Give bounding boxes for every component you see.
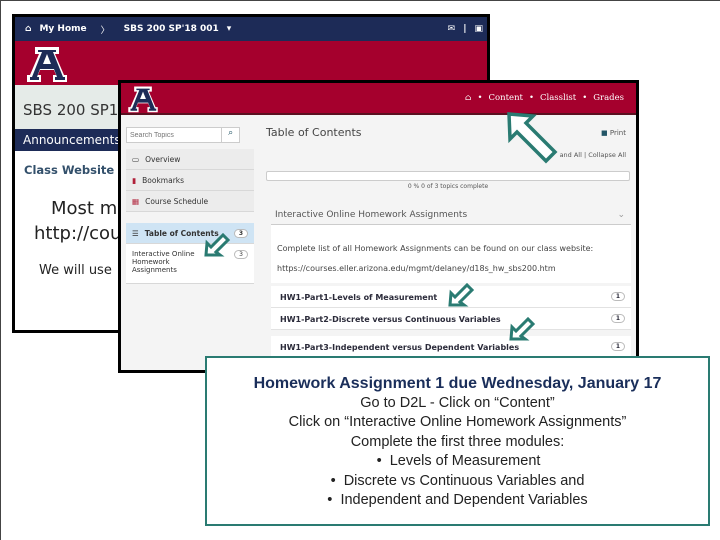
sidebar-item-overview[interactable]: ▭ Overview <box>126 149 254 170</box>
sidebar-item-label: Overview <box>145 154 181 164</box>
arrow-icon <box>448 282 475 307</box>
caret-down-icon[interactable]: ▾ <box>227 24 232 34</box>
section-description: Complete list of all Homework Assignment… <box>271 225 631 283</box>
page-title: Table of Contents <box>266 126 362 139</box>
chat-icon[interactable]: ▣ <box>474 24 483 34</box>
bullet-text: Independent and Dependent Variables <box>340 492 588 508</box>
top-nav: ⌂ My Home 〉 SBS 200 SP'18 001 ▾ ✉ | ▣ <box>15 17 487 41</box>
bookmark-icon: ▮ <box>132 175 137 185</box>
topic-item[interactable]: HW1-Part2-Discrete versus Continuous Var… <box>271 308 631 330</box>
bullet: • <box>330 472 344 489</box>
print-label: Print <box>609 129 626 137</box>
divider: | <box>463 24 467 34</box>
count-badge: 3 <box>234 228 248 238</box>
bullet-item: • Independent and Dependent Variables <box>207 491 708 511</box>
announcement-link[interactable]: http://cou <box>34 223 121 244</box>
instruction-line: Complete the first three modules: <box>350 433 565 450</box>
course-nav: ⌂ • Content • Classlist • Grades <box>465 93 624 103</box>
university-logo <box>27 45 67 83</box>
expand-collapse: and All | Collapse All <box>559 151 626 159</box>
bullet: • <box>327 492 341 508</box>
callout-title: Homework Assignment 1 due Wednesday, Jan… <box>253 375 662 392</box>
home-icon: ⌂ <box>25 24 32 34</box>
printer-icon: ■ <box>601 129 608 137</box>
search-box: ⌕ <box>126 127 240 143</box>
progress-bar <box>266 171 630 181</box>
description-text: Complete list of all Homework Assignment… <box>277 244 594 253</box>
section-title: Interactive Online Homework Assignments <box>275 210 468 220</box>
d2l-content-window: ⌂• Content• Classlist• Grades ⌕ ▭ Overvie… <box>118 80 639 373</box>
nav-grades[interactable]: Grades <box>593 93 624 103</box>
sidebar-item-course-schedule[interactable]: ▦ Course Schedule <box>126 191 254 212</box>
list-icon: ☰ <box>132 228 139 238</box>
collapse-all-link[interactable]: Collapse All <box>588 151 626 159</box>
announcement-text: Most ma <box>51 198 129 219</box>
bullet-item: • Levels of Measurement <box>207 452 708 472</box>
announcement-text: We will use <box>39 263 112 278</box>
search-icon[interactable]: ⌕ <box>221 128 239 142</box>
topic-label: HW1-Part1-Levels of Measurement <box>280 293 438 302</box>
topic-label: HW1-Part2-Discrete versus Continuous Var… <box>280 315 501 324</box>
university-logo <box>127 85 159 113</box>
section-header[interactable]: Interactive Online Homework Assignments ⌄ <box>271 205 631 225</box>
class-website-heading: Class Website <box>24 163 115 177</box>
arrow-icon <box>509 316 536 341</box>
mail-icon[interactable]: ✉ <box>448 24 456 34</box>
bullet-text: Discrete vs Continuous Variables and <box>343 472 585 489</box>
sidebar-item-label: Interactive Online Homework Assignments <box>132 250 195 274</box>
chevron-right-icon: 〉 <box>100 25 110 36</box>
sidebar-item-bookmarks[interactable]: ▮ Bookmarks <box>126 170 254 191</box>
bullet: • <box>376 453 390 469</box>
banner <box>15 41 487 85</box>
topic-label: HW1-Part3-Independent versus Dependent V… <box>280 343 520 352</box>
home-icon[interactable]: ⌂ <box>465 93 472 103</box>
progress-text: 0 % 0 of 3 topics complete <box>407 183 489 190</box>
instruction-line: Go to D2L - Click on “Content” <box>360 394 555 411</box>
count-badge: 3 <box>234 250 248 259</box>
nav-content[interactable]: Content <box>489 93 523 103</box>
count-badge: 1 <box>611 342 625 351</box>
bullet-item: • Discrete vs Continuous Variables and <box>207 472 708 492</box>
nav-classlist[interactable]: Classlist <box>540 93 576 103</box>
bullet-text: Levels of Measurement <box>389 453 541 469</box>
arrow-icon <box>507 112 558 164</box>
instructions-callout: Homework Assignment 1 due Wednesday, Jan… <box>205 356 710 526</box>
count-badge: 1 <box>611 314 625 323</box>
chevron-down-icon[interactable]: ⌄ <box>617 210 625 220</box>
sidebar-item-label: Bookmarks <box>142 175 185 185</box>
sidebar-item-table-of-contents[interactable]: ☰ Table of Contents 3 <box>126 223 254 244</box>
count-badge: 1 <box>611 292 625 301</box>
instruction-line: Click on “Interactive Online Homework As… <box>288 414 627 430</box>
my-home-link[interactable]: My Home <box>39 24 86 34</box>
print-button[interactable]: ■ Print <box>601 129 626 137</box>
course-website-link[interactable]: https://courses.eller.arizona.edu/mgmt/d… <box>277 259 631 279</box>
arrow-icon <box>204 232 231 257</box>
topic-item[interactable]: HW1-Part3-Independent versus Dependent V… <box>271 336 631 358</box>
calendar-icon: ▦ <box>132 196 140 206</box>
search-input[interactable] <box>127 128 222 142</box>
sidebar-item-label: Course Schedule <box>145 196 209 206</box>
expand-all-link[interactable]: and All <box>560 151 582 159</box>
course-selector[interactable]: SBS 200 SP'18 001 <box>124 24 219 34</box>
sidebar-item-module[interactable]: Interactive Online Homework Assignments 3 <box>126 244 254 284</box>
presentation-icon: ▭ <box>132 154 140 164</box>
